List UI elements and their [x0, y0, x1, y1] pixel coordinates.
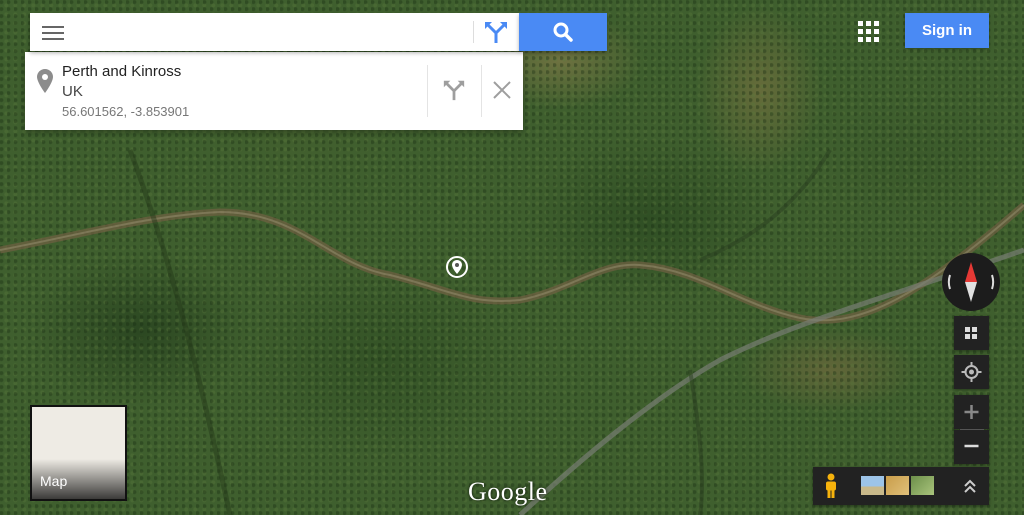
map-toggle-label: Map [40, 473, 68, 489]
card-divider [481, 65, 482, 117]
search-divider [473, 21, 474, 43]
sign-in-button[interactable]: Sign in [905, 13, 989, 48]
zoom-divider [960, 429, 984, 430]
zoom-out-icon [964, 444, 979, 448]
photo-thumbnail[interactable] [861, 476, 884, 495]
card-directions-icon[interactable] [441, 78, 467, 107]
google-logo: Google [468, 477, 548, 506]
compass-icon[interactable] [942, 253, 1000, 311]
bottom-toolbar [813, 467, 989, 505]
location-marker-icon[interactable] [445, 255, 469, 284]
search-button[interactable] [519, 13, 607, 51]
search-icon [553, 22, 573, 42]
photo-thumbnail[interactable] [886, 476, 909, 495]
tilt-button[interactable] [954, 316, 989, 350]
zoom-in-button[interactable] [954, 395, 989, 429]
zoom-out-button[interactable] [954, 430, 989, 464]
my-location-button[interactable] [954, 355, 989, 389]
search-box [30, 13, 520, 53]
pegman-icon[interactable] [821, 473, 841, 504]
place-pin-icon [37, 69, 53, 93]
place-title: Perth and Kinross [62, 63, 182, 80]
expand-up-icon[interactable] [961, 477, 979, 500]
place-card: Perth and Kinross UK 56.601562, -3.85390… [25, 52, 523, 130]
close-icon[interactable] [491, 79, 513, 106]
my-location-icon [961, 362, 982, 382]
zoom-in-icon [964, 405, 979, 419]
tilt-icon [965, 327, 977, 339]
place-subtitle: UK [62, 83, 83, 100]
map-view-toggle[interactable]: Map [30, 405, 127, 501]
menu-icon[interactable] [42, 23, 64, 41]
place-coordinates: 56.601562, -3.853901 [62, 104, 190, 119]
directions-icon[interactable] [482, 19, 510, 45]
photo-thumbnail[interactable] [911, 476, 934, 495]
card-divider [427, 65, 428, 117]
search-input[interactable] [76, 13, 475, 53]
apps-grid-icon[interactable] [858, 21, 880, 43]
